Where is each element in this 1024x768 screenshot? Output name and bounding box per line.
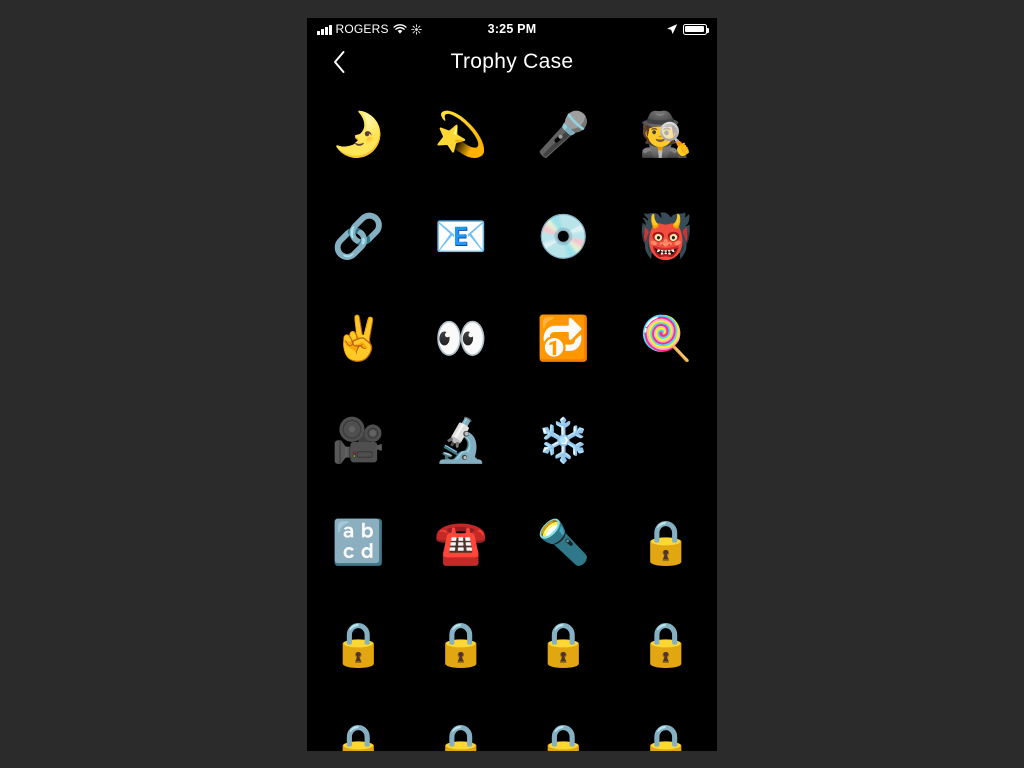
trophy-emoji-glyph: 🔒 bbox=[536, 721, 591, 751]
trophy-microphone[interactable]: 🎤 bbox=[512, 84, 615, 186]
trophy-telephone[interactable]: ☎️ bbox=[410, 492, 513, 594]
trophy-emoji-glyph: 🔒 bbox=[331, 721, 386, 751]
trophy-locked[interactable]: 🔒 bbox=[512, 594, 615, 696]
status-bar: ROGERS 3:25 PM bbox=[307, 18, 717, 40]
status-bar-clock: 3:25 PM bbox=[487, 22, 537, 36]
trophy-victory-hand[interactable]: ✌️ bbox=[307, 288, 410, 390]
status-bar-right bbox=[666, 18, 710, 40]
trophy-row: 🔒 🔒 🔒 🔒 bbox=[307, 696, 717, 751]
trophy-flashlight[interactable]: 🔦 bbox=[512, 492, 615, 594]
trophy-emoji-glyph: 💫 bbox=[433, 109, 488, 160]
trophy-emoji-glyph: ❄️ bbox=[536, 415, 591, 466]
trophy-emoji-glyph: 🔒 bbox=[433, 721, 488, 751]
trophy-emoji-glyph: 🔂 bbox=[536, 313, 591, 364]
trophy-emoji-glyph: 🍭 bbox=[638, 313, 693, 364]
trophy-emoji-glyph: ✌️ bbox=[331, 313, 386, 364]
trophy-locked[interactable]: 🔒 bbox=[615, 492, 718, 594]
trophy-ogre[interactable]: 👹 bbox=[615, 186, 718, 288]
trophy-emoji-glyph: 🎥 bbox=[331, 415, 386, 466]
trophy-emoji-glyph: 🔬 bbox=[433, 415, 488, 466]
trophy-crescent-moon-face[interactable]: 🌛 bbox=[307, 84, 410, 186]
trophy-emoji-glyph: 💿 bbox=[536, 211, 591, 262]
trophy-emoji-glyph: 🔡 bbox=[331, 517, 386, 568]
trophy-emoji-glyph: ☎️ bbox=[433, 517, 488, 568]
page-title: Trophy Case bbox=[450, 50, 574, 73]
trophy-emoji-glyph: 🔗 bbox=[331, 211, 386, 262]
trophy-locked[interactable]: 🔒 bbox=[410, 696, 513, 751]
trophy-locked[interactable]: 🔒 bbox=[307, 696, 410, 751]
trophy-detective[interactable]: 🕵️ bbox=[615, 84, 718, 186]
trophy-movie-camera[interactable]: 🎥 bbox=[307, 390, 410, 492]
trophy-link[interactable]: 🔗 bbox=[307, 186, 410, 288]
trophy-eyes[interactable]: 👀 bbox=[410, 288, 513, 390]
trophy-row: 🌛 💫 🎤 🕵️ bbox=[307, 84, 717, 186]
trophy-emoji-glyph: 🔒 bbox=[638, 517, 693, 568]
trophy-row: 🔒 🔒 🔒 🔒 bbox=[307, 594, 717, 696]
trophy-emoji-glyph: 🔒 bbox=[638, 619, 693, 670]
trophy-row: 🔗 📧 💿 👹 bbox=[307, 186, 717, 288]
trophy-locked[interactable]: 🔒 bbox=[615, 594, 718, 696]
battery-icon bbox=[683, 23, 710, 35]
trophy-row: 🔡 ☎️ 🔦 🔒 bbox=[307, 492, 717, 594]
trophy-emoji-glyph: 🌛 bbox=[331, 109, 386, 160]
trophy-repeat-one[interactable]: 🔂 bbox=[512, 288, 615, 390]
trophy-optical-disc[interactable]: 💿 bbox=[512, 186, 615, 288]
trophy-snowflake[interactable]: ❄️ bbox=[512, 390, 615, 492]
trophy-email[interactable]: 📧 bbox=[410, 186, 513, 288]
trophy-row: 🎥 🔬 ❄️ 😈 bbox=[307, 390, 717, 492]
trophy-emoji-glyph: 🔒 bbox=[638, 721, 693, 751]
trophy-locked[interactable]: 🔒 bbox=[615, 696, 718, 751]
trophy-dizzy-star[interactable]: 💫 bbox=[410, 84, 513, 186]
trophy-abcd-input-symbol[interactable]: 🔡 bbox=[307, 492, 410, 594]
trophy-row: ✌️ 👀 🔂 🍭 bbox=[307, 288, 717, 390]
trophy-emoji-glyph: 🎤 bbox=[536, 109, 591, 160]
trophy-microscope[interactable]: 🔬 bbox=[410, 390, 513, 492]
trophy-emoji-glyph: 🔒 bbox=[433, 619, 488, 670]
trophy-grid[interactable]: 🌛 💫 🎤 🕵️ 🔗 📧 💿 👹 ✌️ 👀 🔂 🍭 🎥 🔬 ❄️ 😈 🔡 ☎️ 🔦 🔒 🔒 🔒 🔒 🔒 🔒 🔒 🔒 🔒 bbox=[307, 84, 717, 751]
trophy-emoji-glyph: 🕵️ bbox=[638, 109, 693, 160]
trophy-emoji-glyph: 👀 bbox=[433, 313, 488, 364]
trophy-emoji-glyph: 🔦 bbox=[536, 517, 591, 568]
trophy-lollipop[interactable]: 🍭 bbox=[615, 288, 718, 390]
trophy-emoji-glyph: 👹 bbox=[638, 211, 693, 262]
status-bar-center: 3:25 PM bbox=[307, 18, 717, 40]
nav-bar: Trophy Case bbox=[307, 40, 717, 84]
trophy-emoji-glyph: 🔒 bbox=[331, 619, 386, 670]
trophy-emoji-glyph: 😈 bbox=[643, 415, 689, 466]
trophy-emoji-glyph: 📧 bbox=[433, 211, 488, 262]
trophy-locked[interactable]: 🔒 bbox=[307, 594, 410, 696]
trophy-emoji-glyph: 🔒 bbox=[536, 619, 591, 670]
location-arrow-icon bbox=[666, 23, 678, 35]
trophy-locked[interactable]: 🔒 bbox=[512, 696, 615, 751]
phone-screen: ROGERS 3:25 PM Trophy Case 🌛 💫 🎤 🕵️ 🔗 📧 … bbox=[307, 18, 717, 751]
trophy-smiling-imp[interactable]: 😈 bbox=[615, 390, 718, 492]
trophy-locked[interactable]: 🔒 bbox=[410, 594, 513, 696]
